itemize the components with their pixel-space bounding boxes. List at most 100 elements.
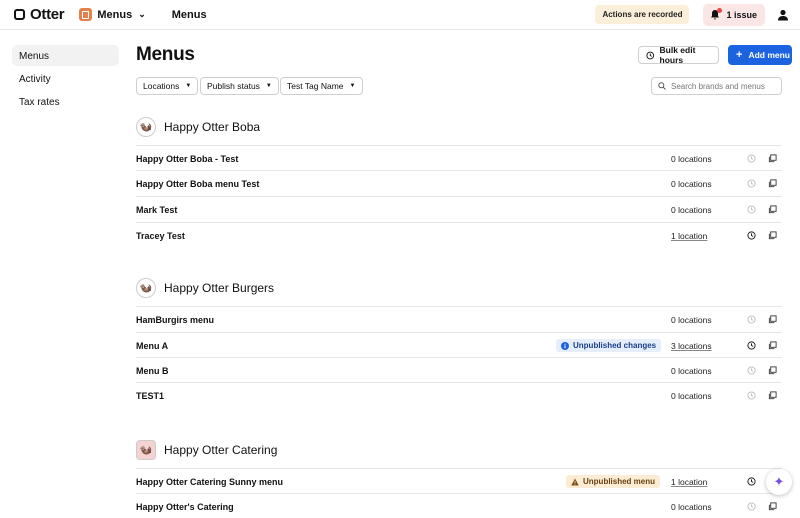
user-icon[interactable] (777, 9, 789, 21)
caret-down-icon: ▼ (185, 83, 192, 89)
add-menu-label: Add menu (748, 50, 790, 60)
menu-row[interactable]: Happy Otter Catering Sunny menu Unpublis… (136, 468, 782, 493)
menu-row[interactable]: Menu B 0 locations (136, 357, 782, 382)
menu-locations-link[interactable]: 1 location (671, 231, 707, 241)
menu-row[interactable]: HamBurgirs menu 0 locations (136, 306, 782, 331)
menu-locations: 0 locations (671, 502, 712, 512)
menu-name[interactable]: Tracey Test (136, 231, 185, 241)
badge-label: Unpublished menu (583, 477, 655, 486)
menu-locations: 0 locations (671, 154, 712, 164)
menu-locations-link[interactable]: 1 location (671, 477, 707, 487)
brand-header: 🦦 Happy Otter Catering (136, 439, 277, 461)
chevron-down-icon: ⌄ (138, 9, 146, 19)
menu-locations: 0 locations (671, 179, 712, 189)
filter-test-tag-name[interactable]: Test Tag Name ▼ (280, 77, 363, 95)
brand-logo: 🦦 (136, 117, 156, 137)
copy-icon[interactable] (768, 366, 777, 375)
bell-icon (710, 8, 723, 20)
menu-row[interactable]: Happy Otter Boba menu Test 0 locations (136, 170, 782, 195)
menu-locations: 0 locations (671, 205, 712, 215)
clock-icon[interactable] (747, 154, 756, 163)
top-page-title: Menus (171, 8, 207, 21)
menu-locations: 0 locations (671, 391, 712, 401)
search-box[interactable] (651, 77, 782, 95)
menu-row[interactable]: Mark Test 0 locations (136, 196, 782, 221)
menu-name[interactable]: Happy Otter Catering Sunny menu (136, 477, 283, 487)
sidebar-item-tax-rates[interactable]: Tax rates (12, 91, 119, 112)
brand-name: Happy Otter Catering (164, 443, 278, 457)
copy-icon[interactable] (768, 154, 777, 163)
menu-row[interactable]: Happy Otter's Catering 0 locations (136, 493, 782, 518)
menu-name[interactable]: TEST1 (136, 391, 164, 401)
menu-locations: 0 locations (671, 366, 712, 376)
otter-logo-icon (14, 9, 25, 20)
copy-icon[interactable] (768, 179, 777, 188)
filter-locations[interactable]: Locations ▼ (136, 77, 199, 95)
copy-icon[interactable] (768, 502, 777, 511)
info-icon (561, 341, 569, 350)
clock-icon[interactable] (747, 502, 756, 511)
menu-row[interactable]: Happy Otter Boba - Test 0 locations (136, 145, 782, 170)
warning-icon (571, 478, 579, 485)
caret-down-icon: ▼ (265, 83, 272, 89)
menu-locations: 0 locations (671, 315, 712, 325)
copy-icon[interactable] (768, 315, 777, 324)
otter-logo[interactable]: Otter (14, 6, 65, 23)
menu-name[interactable]: HamBurgirs menu (136, 315, 214, 325)
brand-name: Happy Otter Burgers (164, 281, 275, 295)
menu-name[interactable]: Menu A (136, 341, 168, 351)
issues-label: 1 issue (726, 9, 757, 20)
menu-locations-link[interactable]: 3 locations (671, 341, 712, 351)
sidebar-item-menus[interactable]: Menus (12, 45, 119, 66)
caret-down-icon: ▼ (349, 83, 356, 89)
actions-recorded-badge: Actions are recorded (595, 5, 690, 24)
badge-label: Unpublished changes (573, 341, 657, 350)
filter-label: Locations (143, 81, 180, 91)
brand-name: Happy Otter Boba (164, 120, 261, 134)
copy-icon[interactable] (768, 391, 777, 400)
clock-icon[interactable] (747, 391, 756, 400)
menu-row[interactable]: Tracey Test 1 location (136, 222, 782, 247)
menu-name[interactable]: Mark Test (136, 205, 177, 215)
copy-icon[interactable] (768, 205, 777, 214)
issues-button[interactable]: 1 issue (703, 3, 765, 26)
clock-icon[interactable] (747, 477, 756, 486)
copy-icon[interactable] (768, 341, 777, 350)
sidebar: Menus Activity Tax rates (0, 31, 125, 508)
clock-icon[interactable] (747, 315, 756, 324)
menu-row[interactable]: TEST1 0 locations (136, 382, 782, 407)
clock-icon (646, 51, 655, 59)
search-icon (658, 82, 666, 90)
sparkle-assistant-button[interactable]: ✦ (766, 469, 792, 495)
copy-icon[interactable] (768, 231, 777, 240)
app-switcher[interactable]: Menus ⌄ (79, 8, 146, 21)
menu-name[interactable]: Happy Otter Boba - Test (136, 154, 238, 164)
top-bar: Otter Menus ⌄ Menus Actions are recorded… (0, 0, 800, 30)
menu-name[interactable]: Menu B (136, 366, 169, 376)
filter-label: Test Tag Name (287, 81, 344, 91)
brand-header: 🦦 Happy Otter Burgers (136, 277, 274, 299)
logo-text: Otter (30, 6, 65, 23)
main-content: Menus Bulk edit hours + Add menu Locatio… (136, 31, 792, 512)
unpublished-menu-badge: Unpublished menu (566, 475, 660, 488)
bulk-edit-hours-label: Bulk edit hours (659, 45, 696, 65)
app-switcher-label: Menus (97, 8, 133, 21)
clock-icon[interactable] (747, 366, 756, 375)
sidebar-item-activity[interactable]: Activity (12, 68, 119, 89)
clock-icon[interactable] (747, 205, 756, 214)
search-input[interactable] (671, 81, 781, 91)
clock-icon[interactable] (747, 231, 756, 240)
menu-name[interactable]: Happy Otter Boba menu Test (136, 179, 259, 189)
unpublished-changes-badge: Unpublished changes (556, 339, 662, 352)
menu-row[interactable]: Menu A Unpublished changes 3 locations (136, 332, 782, 357)
page-title: Menus (136, 44, 195, 65)
brand-logo: 🦦 (136, 278, 156, 298)
plus-icon: + (736, 49, 743, 61)
clock-icon[interactable] (747, 179, 756, 188)
add-menu-button[interactable]: + Add menu (728, 45, 792, 65)
filter-publish-status[interactable]: Publish status ▼ (200, 77, 279, 95)
sparkle-icon: ✦ (773, 474, 785, 489)
bulk-edit-hours-button[interactable]: Bulk edit hours (638, 45, 719, 65)
clock-icon[interactable] (747, 341, 756, 350)
menu-name[interactable]: Happy Otter's Catering (136, 502, 234, 512)
